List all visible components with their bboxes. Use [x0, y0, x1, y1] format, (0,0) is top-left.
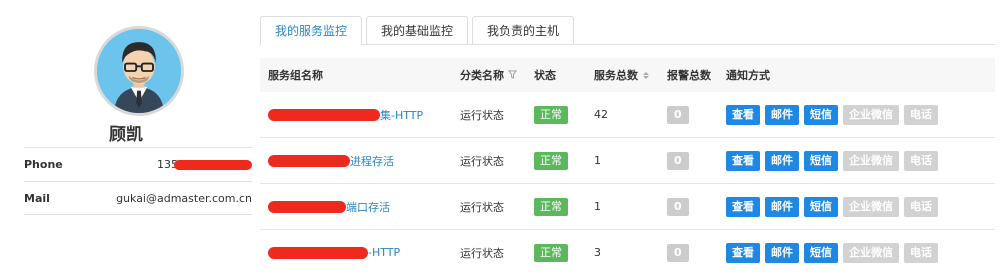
notify-cell: 查看 邮件 短信 企业微信 电话: [726, 196, 995, 217]
name-redaction: [268, 246, 368, 259]
status-badge: 正常: [534, 105, 568, 124]
phone-value: 135: [157, 158, 252, 171]
service-group-name-cell: -HTTP: [260, 246, 460, 259]
notify-cell: 查看 邮件 短信 企业微信 电话: [726, 150, 995, 171]
table-row: 端口存活 运行状态 正常 1 0 查看 邮件 短信 企业微信 电话: [260, 184, 995, 230]
alarm-total-cell: 0: [667, 105, 726, 124]
alarm-count-badge: 0: [667, 151, 689, 170]
table-row: 集-HTTP 运行状态 正常 42 0 查看 邮件 短信 企业微信 电话: [260, 92, 995, 138]
service-group-link[interactable]: 集-HTTP: [268, 107, 460, 123]
status-badge: 正常: [534, 197, 568, 216]
service-group-link[interactable]: 进程存活: [268, 153, 460, 169]
mail-row: Mail gukai@admaster.com.cn: [24, 181, 252, 215]
sort-icon[interactable]: [643, 71, 649, 79]
category-cell: 运行状态: [460, 246, 504, 260]
table-row: 进程存活 运行状态 正常 1 0 查看 邮件 短信 企业微信 电话: [260, 138, 995, 184]
status-cell: 正常: [534, 151, 594, 170]
alarm-count-badge: 0: [667, 197, 689, 216]
alarm-total-cell: 0: [667, 151, 726, 170]
view-button[interactable]: 查看: [726, 196, 760, 217]
tab-bar: 我的服务监控 我的基础监控 我负责的主机: [260, 16, 995, 46]
notify-cell: 查看 邮件 短信 企业微信 电话: [726, 242, 995, 263]
service-group-name-text: 端口存活: [346, 200, 390, 214]
alarm-count-badge: 0: [667, 105, 689, 124]
sms-button[interactable]: 短信: [804, 196, 838, 217]
alarm-total-cell: 0: [667, 197, 726, 216]
service-group-link[interactable]: -HTTP: [268, 246, 460, 259]
email-button[interactable]: 邮件: [765, 196, 799, 217]
name-redaction: [268, 154, 350, 167]
name-redaction: [268, 108, 380, 121]
header-status: 状态: [534, 69, 556, 82]
alarm-count-badge: 0: [667, 243, 689, 262]
phone-row: Phone 135: [24, 147, 252, 181]
status-cell: 正常: [534, 197, 594, 216]
email-button[interactable]: 邮件: [765, 242, 799, 263]
wechat-work-button[interactable]: 企业微信: [843, 150, 899, 171]
view-button[interactable]: 查看: [726, 104, 760, 125]
header-service-group-name: 服务组名称: [268, 69, 323, 82]
phone-call-button[interactable]: 电话: [904, 104, 938, 125]
header-service-total[interactable]: 服务总数: [594, 67, 667, 83]
email-button[interactable]: 邮件: [765, 104, 799, 125]
phone-label: Phone: [24, 158, 63, 171]
view-button[interactable]: 查看: [726, 242, 760, 263]
profile-name: 顾凯: [109, 125, 143, 145]
header-service-total-label: 服务总数: [594, 69, 638, 82]
service-total-cell: 42: [594, 108, 608, 121]
status-badge: 正常: [534, 243, 568, 262]
alarm-total-cell: 0: [667, 243, 726, 262]
tab-my-basic-monitoring[interactable]: 我的基础监控: [366, 16, 469, 45]
wechat-work-button[interactable]: 企业微信: [843, 242, 899, 263]
service-total-cell: 1: [594, 200, 601, 213]
sms-button[interactable]: 短信: [804, 104, 838, 125]
mail-label: Mail: [24, 191, 50, 205]
header-notify: 通知方式: [726, 69, 770, 82]
sms-button[interactable]: 短信: [804, 242, 838, 263]
phone-redaction: [174, 160, 252, 170]
service-group-link[interactable]: 端口存活: [268, 199, 460, 215]
header-category[interactable]: 分类名称: [460, 67, 534, 83]
phone-call-button[interactable]: 电话: [904, 242, 938, 263]
status-badge: 正常: [534, 151, 568, 170]
status-cell: 正常: [534, 105, 594, 124]
category-cell: 运行状态: [460, 154, 504, 168]
service-total-cell: 1: [594, 154, 601, 167]
service-group-name-cell: 端口存活: [260, 199, 460, 215]
service-total-cell: 3: [594, 246, 601, 259]
mail-value: gukai@admaster.com.cn: [116, 191, 252, 205]
service-group-name-cell: 进程存活: [260, 153, 460, 169]
service-group-table: 服务组名称 分类名称 状态 服务总数 报警总数 通知方式 集-HTTP 运行状态…: [260, 58, 995, 275]
status-cell: 正常: [534, 243, 594, 262]
category-cell: 运行状态: [460, 200, 504, 214]
header-alarm-total: 报警总数: [667, 69, 711, 82]
category-cell: 运行状态: [460, 108, 504, 122]
table-header: 服务组名称 分类名称 状态 服务总数 报警总数 通知方式: [260, 58, 995, 92]
user-profile-panel: 顾凯 Phone 135 Mail gukai@admaster.com.cn: [0, 0, 252, 275]
view-button[interactable]: 查看: [726, 150, 760, 171]
tab-my-service-monitoring[interactable]: 我的服务监控: [260, 16, 363, 46]
header-category-label: 分类名称: [460, 69, 504, 82]
sms-button[interactable]: 短信: [804, 150, 838, 171]
avatar-illustration-icon: [97, 29, 181, 113]
service-group-name-text: 进程存活: [350, 154, 394, 168]
wechat-work-button[interactable]: 企业微信: [843, 104, 899, 125]
email-button[interactable]: 邮件: [765, 150, 799, 171]
service-group-name-text: -HTTP: [368, 246, 401, 259]
wechat-work-button[interactable]: 企业微信: [843, 196, 899, 217]
tab-my-hosts[interactable]: 我负责的主机: [472, 16, 575, 45]
name-redaction: [268, 200, 346, 213]
phone-call-button[interactable]: 电话: [904, 150, 938, 171]
table-row: -HTTP 运行状态 正常 3 0 查看 邮件 短信 企业微信 电话: [260, 230, 995, 275]
service-group-name-text: 集-HTTP: [380, 108, 424, 122]
service-group-name-cell: 集-HTTP: [260, 107, 460, 123]
phone-call-button[interactable]: 电话: [904, 196, 938, 217]
filter-icon[interactable]: [508, 69, 517, 82]
avatar: [94, 26, 184, 116]
notify-cell: 查看 邮件 短信 企业微信 电话: [726, 104, 995, 125]
